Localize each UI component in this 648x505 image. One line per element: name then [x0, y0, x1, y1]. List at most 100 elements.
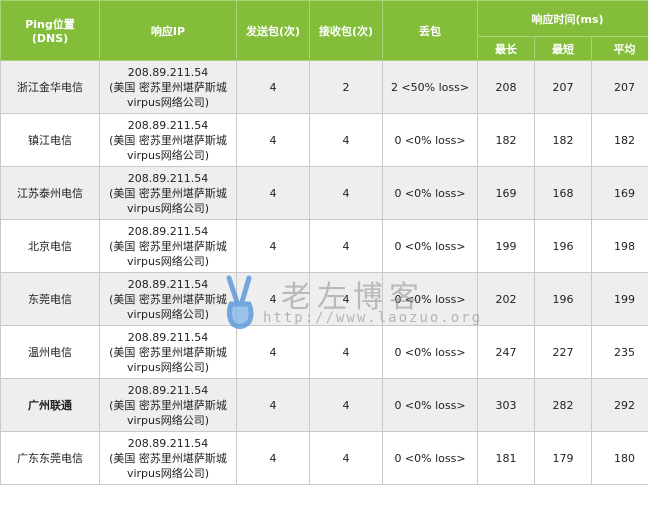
- table-row: 镇江电信 208.89.211.54 (美国 密苏里州堪萨斯城 virpus网络公司)…: [0, 113, 648, 167]
- cell-location: 温州电信: [0, 325, 100, 379]
- cell-min: 179: [534, 431, 592, 485]
- cell-avg: 207: [591, 60, 648, 114]
- cell-sent: 4: [236, 325, 310, 379]
- table-row: 北京电信 208.89.211.54 (美国 密苏里州堪萨斯城 virpus网络公司)…: [0, 219, 648, 273]
- cell-ip: 208.89.211.54: [127, 383, 209, 397]
- cell-location: 浙江金华电信: [0, 60, 100, 114]
- cell-avg: 169: [591, 166, 648, 220]
- cell-ip: 208.89.211.54: [127, 330, 209, 344]
- header-avg: 平均: [591, 36, 648, 61]
- cell-received: 4: [309, 431, 383, 485]
- cell-received: 4: [309, 272, 383, 326]
- cell-max: 182: [477, 113, 535, 167]
- cell-ip: 208.89.211.54 (美国 密苏里州堪萨斯城 virpus网络公司): [99, 60, 237, 114]
- cell-location: 广东东莞电信: [0, 431, 100, 485]
- cell-max: 247: [477, 325, 535, 379]
- cell-avg: 182: [591, 113, 648, 167]
- cell-ip: 208.89.211.54 (美国 密苏里州堪萨斯城 virpus网络公司): [99, 166, 237, 220]
- cell-ip-geo: (美国 密苏里州堪萨斯城: [109, 292, 227, 306]
- table-row: 浙江金华电信 208.89.211.54 (美国 密苏里州堪萨斯城 virpus网络公…: [0, 60, 648, 114]
- cell-ip: 208.89.211.54 (美国 密苏里州堪萨斯城 virpus网络公司): [99, 378, 237, 432]
- cell-location: 江苏泰州电信: [0, 166, 100, 220]
- cell-avg: 199: [591, 272, 648, 326]
- table-row: 广州联通 208.89.211.54 (美国 密苏里州堪萨斯城 virpus网络公司)…: [0, 378, 648, 432]
- cell-loss: 0 <0% loss>: [382, 431, 478, 485]
- cell-max: 169: [477, 166, 535, 220]
- cell-received: 4: [309, 113, 383, 167]
- cell-max: 303: [477, 378, 535, 432]
- table-row: 江苏泰州电信 208.89.211.54 (美国 密苏里州堪萨斯城 virpus网络公…: [0, 166, 648, 220]
- cell-ip-isp: virpus网络公司): [126, 466, 210, 480]
- cell-ip-geo: (美国 密苏里州堪萨斯城: [109, 345, 227, 359]
- cell-ip-geo: (美国 密苏里州堪萨斯城: [109, 133, 227, 147]
- cell-avg: 292: [591, 378, 648, 432]
- cell-ip: 208.89.211.54: [127, 118, 209, 132]
- cell-ip: 208.89.211.54 (美国 密苏里州堪萨斯城 virpus网络公司): [99, 325, 237, 379]
- ping-results-table: Ping位置 (DNS) 响应IP 发送包(次) 接收包(次) 丢包 响应时间(…: [0, 0, 648, 485]
- cell-sent: 4: [236, 113, 310, 167]
- cell-location: 东莞电信: [0, 272, 100, 326]
- cell-loss: 2 <50% loss>: [382, 60, 478, 114]
- cell-ip-isp: virpus网络公司): [126, 360, 210, 374]
- cell-loss: 0 <0% loss>: [382, 325, 478, 379]
- cell-ip: 208.89.211.54 (美国 密苏里州堪萨斯城 virpus网络公司): [99, 113, 237, 167]
- cell-avg: 235: [591, 325, 648, 379]
- cell-location: 广州联通: [0, 378, 100, 432]
- cell-ip: 208.89.211.54: [127, 224, 209, 238]
- cell-ip-isp: virpus网络公司): [126, 254, 210, 268]
- cell-ip-geo: (美国 密苏里州堪萨斯城: [109, 80, 227, 94]
- table-row: 温州电信 208.89.211.54 (美国 密苏里州堪萨斯城 virpus网络公司)…: [0, 325, 648, 379]
- cell-loss: 0 <0% loss>: [382, 166, 478, 220]
- header-location: Ping位置 (DNS): [0, 0, 100, 61]
- header-min: 最短: [534, 36, 592, 61]
- cell-min: 227: [534, 325, 592, 379]
- cell-min: 207: [534, 60, 592, 114]
- cell-min: 196: [534, 219, 592, 273]
- header-ip: 响应IP: [99, 0, 237, 61]
- cell-loss: 0 <0% loss>: [382, 272, 478, 326]
- cell-loss: 0 <0% loss>: [382, 378, 478, 432]
- header-response-time: 响应时间(ms): [477, 0, 648, 37]
- table-row: 东莞电信 208.89.211.54 (美国 密苏里州堪萨斯城 virpus网络公司)…: [0, 272, 648, 326]
- cell-min: 168: [534, 166, 592, 220]
- cell-received: 4: [309, 378, 383, 432]
- cell-ip-isp: virpus网络公司): [126, 201, 210, 215]
- header-received: 接收包(次): [309, 0, 383, 61]
- cell-received: 4: [309, 166, 383, 220]
- cell-min: 196: [534, 272, 592, 326]
- cell-ip-isp: virpus网络公司): [126, 307, 210, 321]
- table-row: 广东东莞电信 208.89.211.54 (美国 密苏里州堪萨斯城 virpus网络公…: [0, 431, 648, 485]
- cell-max: 181: [477, 431, 535, 485]
- cell-ip-geo: (美国 密苏里州堪萨斯城: [109, 398, 227, 412]
- cell-ip: 208.89.211.54 (美国 密苏里州堪萨斯城 virpus网络公司): [99, 219, 237, 273]
- cell-received: 4: [309, 219, 383, 273]
- cell-sent: 4: [236, 378, 310, 432]
- cell-max: 199: [477, 219, 535, 273]
- header-max: 最长: [477, 36, 535, 61]
- cell-ip: 208.89.211.54: [127, 171, 209, 185]
- cell-received: 2: [309, 60, 383, 114]
- cell-sent: 4: [236, 272, 310, 326]
- cell-ip: 208.89.211.54 (美国 密苏里州堪萨斯城 virpus网络公司): [99, 272, 237, 326]
- cell-loss: 0 <0% loss>: [382, 113, 478, 167]
- cell-sent: 4: [236, 431, 310, 485]
- cell-sent: 4: [236, 166, 310, 220]
- cell-min: 282: [534, 378, 592, 432]
- cell-max: 202: [477, 272, 535, 326]
- cell-loss: 0 <0% loss>: [382, 219, 478, 273]
- cell-location: 镇江电信: [0, 113, 100, 167]
- cell-ip: 208.89.211.54: [127, 65, 209, 79]
- cell-sent: 4: [236, 219, 310, 273]
- cell-ip: 208.89.211.54: [127, 277, 209, 291]
- cell-avg: 198: [591, 219, 648, 273]
- header-loss: 丢包: [382, 0, 478, 61]
- cell-ip-isp: virpus网络公司): [126, 95, 210, 109]
- cell-location: 北京电信: [0, 219, 100, 273]
- cell-ip: 208.89.211.54: [127, 436, 209, 450]
- cell-ip-geo: (美国 密苏里州堪萨斯城: [109, 451, 227, 465]
- cell-ip-isp: virpus网络公司): [126, 413, 210, 427]
- cell-ip-isp: virpus网络公司): [126, 148, 210, 162]
- cell-received: 4: [309, 325, 383, 379]
- cell-ip-geo: (美国 密苏里州堪萨斯城: [109, 239, 227, 253]
- cell-ip-geo: (美国 密苏里州堪萨斯城: [109, 186, 227, 200]
